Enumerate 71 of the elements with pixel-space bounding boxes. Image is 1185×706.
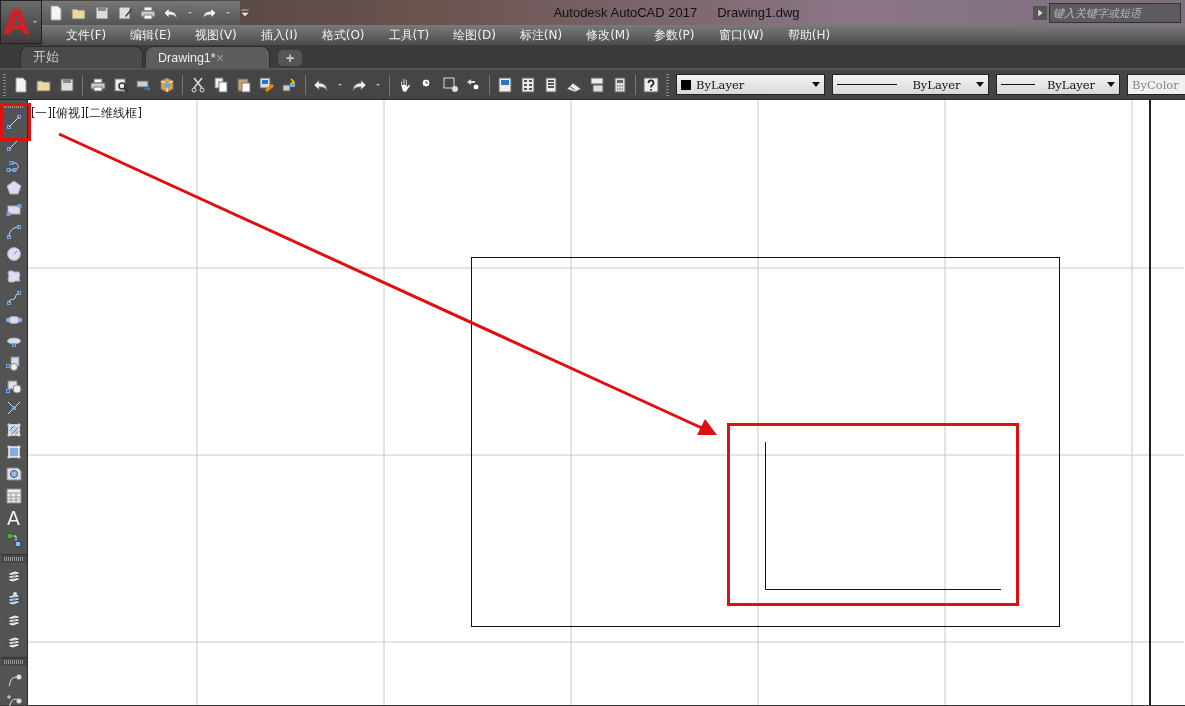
cube-icon[interactable] [159,76,175,93]
spline-icon[interactable] [5,290,22,306]
zoom-window-icon[interactable] [443,76,459,93]
line-icon[interactable] [5,114,22,130]
circle-icon[interactable] [5,246,22,262]
point-icon[interactable] [5,400,22,416]
help-icon[interactable] [643,76,659,93]
scissors-icon[interactable] [190,76,206,93]
menu-item[interactable]: 绘图(D) [441,26,508,44]
menu-item[interactable]: 格式(O) [309,26,377,44]
rectangle-icon[interactable] [5,202,22,218]
document-tab[interactable]: 开始 [20,46,143,68]
calculator-icon[interactable] [612,76,628,93]
search-field[interactable]: 键入关键字或短语 [1049,2,1181,23]
text-tool[interactable]: A [7,510,20,526]
color-dropdown[interactable]: ByLayer [676,74,825,95]
app-title: Autodesk AutoCAD 2017 [553,5,698,20]
document-tab[interactable]: Drawing1*× [145,46,270,68]
cloud-icon[interactable] [5,268,22,284]
insert-block-icon[interactable] [5,356,22,372]
menu-item[interactable]: 帮助(H) [775,26,843,44]
lineweight-dropdown[interactable]: ByLayer [996,74,1120,95]
gradient-icon[interactable] [5,444,22,460]
layer-icon[interactable] [5,635,22,651]
menu-item[interactable]: 参数(P) [641,26,707,44]
copy-icon[interactable] [213,76,229,93]
block-icon[interactable] [282,76,298,93]
document-name: Drawing1.dwg [717,5,800,20]
menu-item[interactable]: 视图(V) [183,26,249,44]
new-file-icon[interactable] [48,4,64,21]
menu-item[interactable]: 插入(I) [248,26,310,44]
save-as-icon[interactable] [117,4,133,21]
menu-item[interactable]: 工具(T) [376,26,442,44]
make-block-icon[interactable] [5,378,22,394]
hatch-icon[interactable] [5,422,22,438]
caret-icon [812,81,820,88]
save-icon[interactable] [94,4,110,21]
caret-icon [976,81,984,88]
save-icon[interactable] [59,76,75,93]
print-icon[interactable] [90,76,106,93]
attribute-icon[interactable] [5,532,22,548]
polyline-icon[interactable] [5,158,22,174]
sheet-icon[interactable] [589,76,605,93]
menu-item[interactable]: 修改(M) [574,26,642,44]
tool-palette-icon[interactable] [543,76,559,93]
viewport-label[interactable]: [一][俯视][二维线框] [31,106,142,121]
layer-icon[interactable] [5,569,22,585]
new-tab-button[interactable]: + [278,50,302,66]
highlight-box [0,103,31,141]
brush-icon[interactable] [259,76,275,93]
layer-icon[interactable] [5,591,22,607]
print-icon[interactable] [140,4,156,21]
arc-icon[interactable] [5,224,22,240]
leader-icon[interactable] [5,672,22,688]
region-icon[interactable] [5,466,22,482]
layer-icon[interactable] [5,613,22,629]
properties-icon[interactable] [497,76,513,93]
menu-item[interactable]: 标注(N) [507,26,575,44]
leader-icon[interactable] [5,694,22,706]
ellipse-arc-icon[interactable] [5,334,22,350]
menu-item[interactable]: 编辑(E) [118,26,184,44]
menu-item[interactable]: 文件(F) [54,26,119,44]
table-icon[interactable] [5,488,22,504]
paste-icon[interactable] [236,76,252,93]
caret-icon [1107,81,1115,88]
linetype-dropdown[interactable]: ByLayer [832,74,989,95]
menu-item[interactable]: 窗口(W) [706,26,776,44]
print-preview-icon[interactable] [113,76,129,93]
pentagon-icon[interactable] [5,180,22,196]
new-file-icon[interactable] [13,76,29,93]
palette-icon[interactable] [520,76,536,93]
